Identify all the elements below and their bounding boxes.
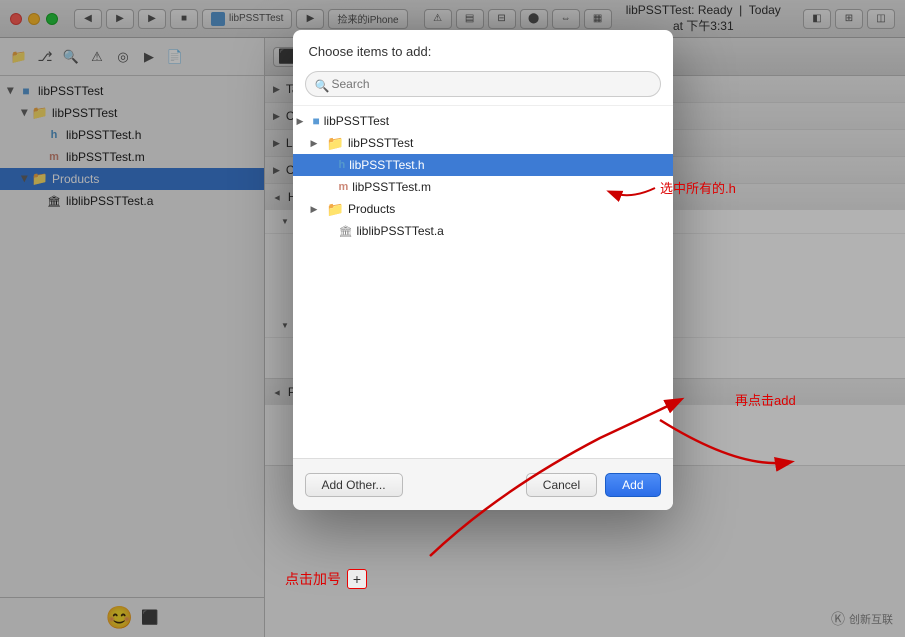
search-icon: 🔍 <box>315 79 330 93</box>
folder-icon: 📁 <box>327 201 344 218</box>
cancel-button[interactable]: Cancel <box>526 473 597 497</box>
modal-footer: Add Other... Cancel Add <box>293 458 673 510</box>
modal-tree-file-h[interactable]: ▶ h libPSSTTest.h <box>293 154 673 176</box>
modal-title: Choose items to add: <box>293 30 673 67</box>
annotation-text-plus: 点击加号 <box>285 569 341 589</box>
modal-tree-lib[interactable]: ▶ 🏛 liblibPSSTTest.a <box>293 220 673 242</box>
m-file-icon: m <box>339 181 349 193</box>
lib-icon: 🏛 <box>339 225 353 238</box>
modal-file-h-label: libPSSTTest.h <box>349 158 424 172</box>
modal-overlay: Choose items to add: 🔍 ▶ ■ libPSSTTest ▶… <box>0 0 905 637</box>
folder-icon: 📁 <box>327 135 344 152</box>
modal-tree-root[interactable]: ▶ ■ libPSSTTest <box>293 110 673 132</box>
expand-arrow-icon: ▶ <box>297 116 311 127</box>
modal-file-m-label: libPSSTTest.m <box>352 180 431 194</box>
add-btn-annotation: 点击加号 + <box>285 569 367 589</box>
modal-project-label: libPSSTTest <box>348 136 413 150</box>
modal-products-label: Products <box>348 202 395 216</box>
plus-box: + <box>347 569 367 589</box>
modal-tree-project[interactable]: ▶ 📁 libPSSTTest <box>293 132 673 154</box>
modal-root-label: libPSSTTest <box>324 114 389 128</box>
modal-tree-file-m[interactable]: ▶ m libPSSTTest.m <box>293 176 673 198</box>
modal-tree-products[interactable]: ▶ 📁 Products <box>293 198 673 220</box>
expand-arrow-icon: ▶ <box>311 138 325 149</box>
add-other-button[interactable]: Add Other... <box>305 473 403 497</box>
search-input[interactable] <box>305 71 661 97</box>
h-file-icon: h <box>339 159 346 171</box>
modal-file-tree: ▶ ■ libPSSTTest ▶ 📁 libPSSTTest ▶ h libP… <box>293 105 673 458</box>
add-button[interactable]: Add <box>605 473 660 497</box>
modal-action-buttons: Cancel Add <box>526 473 661 497</box>
proj-icon: ■ <box>313 114 320 128</box>
file-chooser-modal: Choose items to add: 🔍 ▶ ■ libPSSTTest ▶… <box>293 30 673 510</box>
expand-arrow-icon: ▶ <box>311 204 325 215</box>
modal-search-container: 🔍 <box>293 67 673 105</box>
modal-lib-label: liblibPSSTTest.a <box>356 224 443 238</box>
